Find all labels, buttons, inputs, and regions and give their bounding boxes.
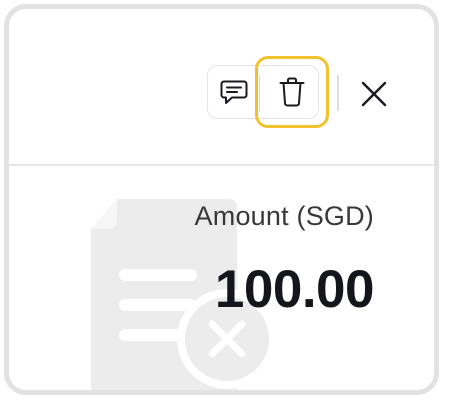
close-icon xyxy=(361,81,387,107)
card-header xyxy=(9,9,434,164)
amount-label: Amount (SGD) xyxy=(194,201,374,231)
close-button[interactable] xyxy=(354,74,394,114)
comment-button[interactable] xyxy=(210,68,258,116)
transaction-detail-card: Amount (SGD) 100.00 xyxy=(4,4,439,395)
delete-button[interactable] xyxy=(255,56,329,128)
header-divider xyxy=(9,164,434,166)
toolbar-divider xyxy=(337,75,339,111)
amount-value: 100.00 xyxy=(214,260,375,319)
speech-bubble-icon xyxy=(220,80,248,104)
action-button-group xyxy=(207,56,329,128)
trash-icon xyxy=(279,77,305,107)
